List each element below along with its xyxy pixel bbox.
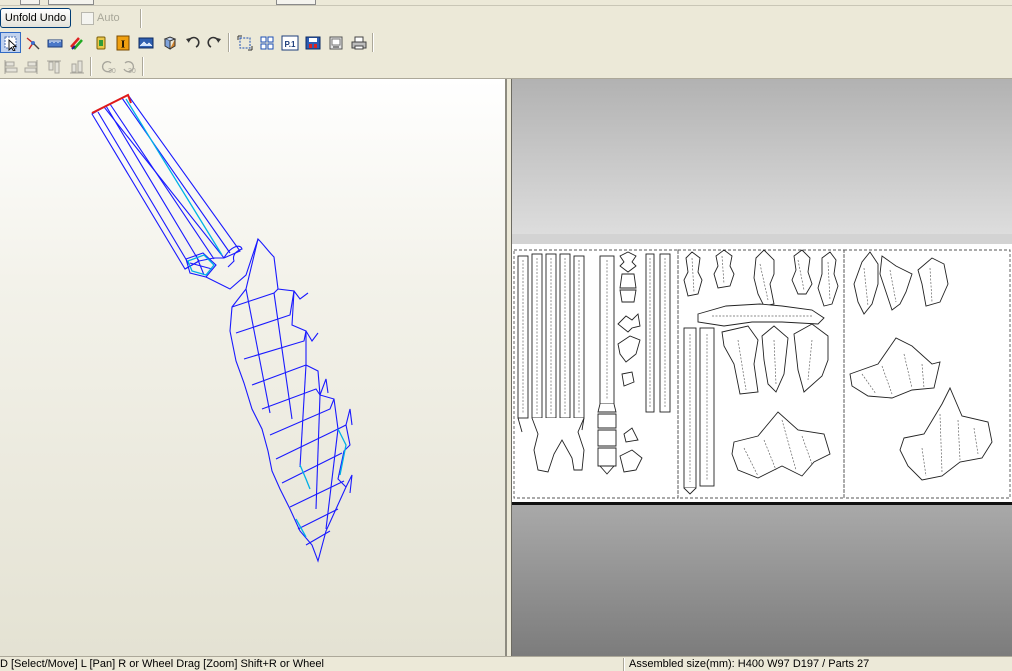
- status-bar: D [Select/Move] L [Pan] R or Wheel Drag …: [0, 656, 1012, 671]
- align-right-icon[interactable]: [20, 56, 41, 77]
- rotate-30-right-icon[interactable]: 30: [118, 56, 139, 77]
- 3d-blade-model[interactable]: [0, 79, 507, 656]
- toolbar-separator: [142, 57, 144, 76]
- status-hint-text: D [Select/Move] L [Pan] R or Wheel Drag …: [0, 658, 324, 670]
- toolbar-separator: [140, 9, 142, 28]
- align-bottom-icon[interactable]: [66, 56, 87, 77]
- svg-text:30: 30: [108, 68, 116, 75]
- clipped-button[interactable]: [276, 0, 316, 5]
- undo-toolbar: Unfold Undo Auto: [0, 7, 1012, 30]
- unfold-undo-button[interactable]: Unfold Undo: [0, 8, 71, 28]
- clipped-toolbar-row: [0, 0, 1012, 6]
- select-icon[interactable]: [0, 32, 21, 53]
- image-icon[interactable]: [135, 32, 156, 53]
- rotate-left-icon[interactable]: [181, 32, 202, 53]
- align-left-icon[interactable]: [0, 56, 21, 77]
- align-top-icon[interactable]: [43, 56, 64, 77]
- ruler-icon[interactable]: [44, 32, 65, 53]
- text-icon[interactable]: I: [112, 32, 133, 53]
- rotate-right-icon[interactable]: [204, 32, 225, 53]
- svg-text:30: 30: [128, 68, 136, 75]
- page-icon[interactable]: P.1: [279, 32, 300, 53]
- print-icon[interactable]: [348, 32, 369, 53]
- unfolded-parts[interactable]: [512, 244, 1012, 503]
- canvas-background-top: [512, 79, 1012, 234]
- edge-tool-icon[interactable]: [22, 32, 43, 53]
- assembled-size-text: Assembled size(mm): H400 W97 D197 / Part…: [629, 658, 870, 670]
- status-separator: [623, 658, 625, 671]
- svg-text:P.1: P.1: [284, 40, 296, 49]
- auto-checkbox[interactable]: [81, 12, 94, 25]
- 2d-unfold-pane[interactable]: [511, 79, 1012, 656]
- join-icon[interactable]: [159, 32, 180, 53]
- settings-icon[interactable]: [325, 32, 346, 53]
- toolbar-separator: [90, 57, 92, 76]
- color-icon[interactable]: [66, 32, 87, 53]
- rotate-30-left-icon[interactable]: 30: [96, 56, 117, 77]
- align-toolbar: 30 30: [0, 55, 1012, 78]
- fit-icon[interactable]: [234, 32, 255, 53]
- canvas-background-bottom: [512, 505, 1012, 656]
- arrange-icon[interactable]: [256, 32, 277, 53]
- save-icon[interactable]: [302, 32, 323, 53]
- svg-text:I: I: [120, 38, 124, 50]
- fold-icon[interactable]: [90, 32, 111, 53]
- main-toolbar: I P.1: [0, 31, 1012, 54]
- toolbar-separator: [372, 33, 374, 52]
- clipped-button[interactable]: [48, 0, 94, 5]
- clipped-button[interactable]: [20, 0, 40, 5]
- auto-checkbox-label: Auto: [97, 12, 120, 24]
- page-sheet: [512, 234, 1012, 506]
- toolbar-separator: [228, 33, 230, 52]
- paper-page[interactable]: [512, 244, 1012, 503]
- 3d-view-pane[interactable]: [0, 79, 507, 656]
- app-window: Unfold Undo Auto I P.1 30 30 D [Select/M…: [0, 0, 1012, 671]
